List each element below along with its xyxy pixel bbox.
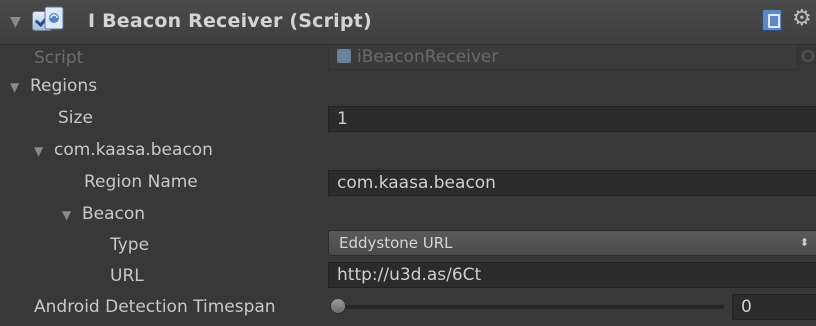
beacon-label[interactable]: Beacon — [82, 204, 145, 224]
object-picker-icon[interactable] — [802, 50, 814, 62]
size-input[interactable]: 1 — [328, 106, 816, 132]
script-field[interactable]: iBeaconReceiver — [328, 44, 798, 70]
script-label: Script — [34, 48, 84, 68]
foldout-triangle-icon[interactable]: ▼ — [10, 15, 21, 29]
regions-label[interactable]: Regions — [30, 76, 97, 96]
type-label: Type — [110, 235, 150, 255]
timespan-slider-track[interactable] — [336, 305, 724, 309]
type-dropdown[interactable]: Eddystone URL ⬍ — [328, 230, 816, 256]
regions-foldout-icon[interactable]: ▼ — [10, 81, 19, 93]
beacon-foldout-icon[interactable]: ▼ — [62, 209, 71, 221]
type-value: Eddystone URL — [339, 234, 453, 252]
region-name-label: Region Name — [84, 172, 198, 192]
component-header[interactable]: ▼ I Beacon Receiver (Script) ⚙ — [0, 0, 816, 45]
script-icon — [337, 49, 351, 63]
chevron-updown-icon: ⬍ — [799, 236, 809, 249]
region-item-foldout-icon[interactable]: ▼ — [34, 145, 43, 157]
timespan-slider-thumb[interactable] — [330, 298, 346, 314]
component-title: I Beacon Receiver (Script) — [88, 10, 372, 32]
url-input[interactable]: http://u3d.as/6Ct — [328, 262, 816, 288]
region-item-label[interactable]: com.kaasa.beacon — [54, 140, 213, 160]
region-name-input[interactable]: com.kaasa.beacon — [328, 170, 816, 196]
url-label: URL — [110, 266, 144, 286]
book-icon[interactable] — [762, 9, 782, 31]
script-value: iBeaconReceiver — [357, 47, 499, 67]
size-label: Size — [58, 108, 93, 128]
android-detection-label: Android Detection Timespan — [34, 297, 276, 317]
gear-icon[interactable]: ⚙ — [792, 8, 812, 30]
timespan-input[interactable]: 0 — [732, 294, 816, 320]
script-icon — [44, 6, 64, 30]
